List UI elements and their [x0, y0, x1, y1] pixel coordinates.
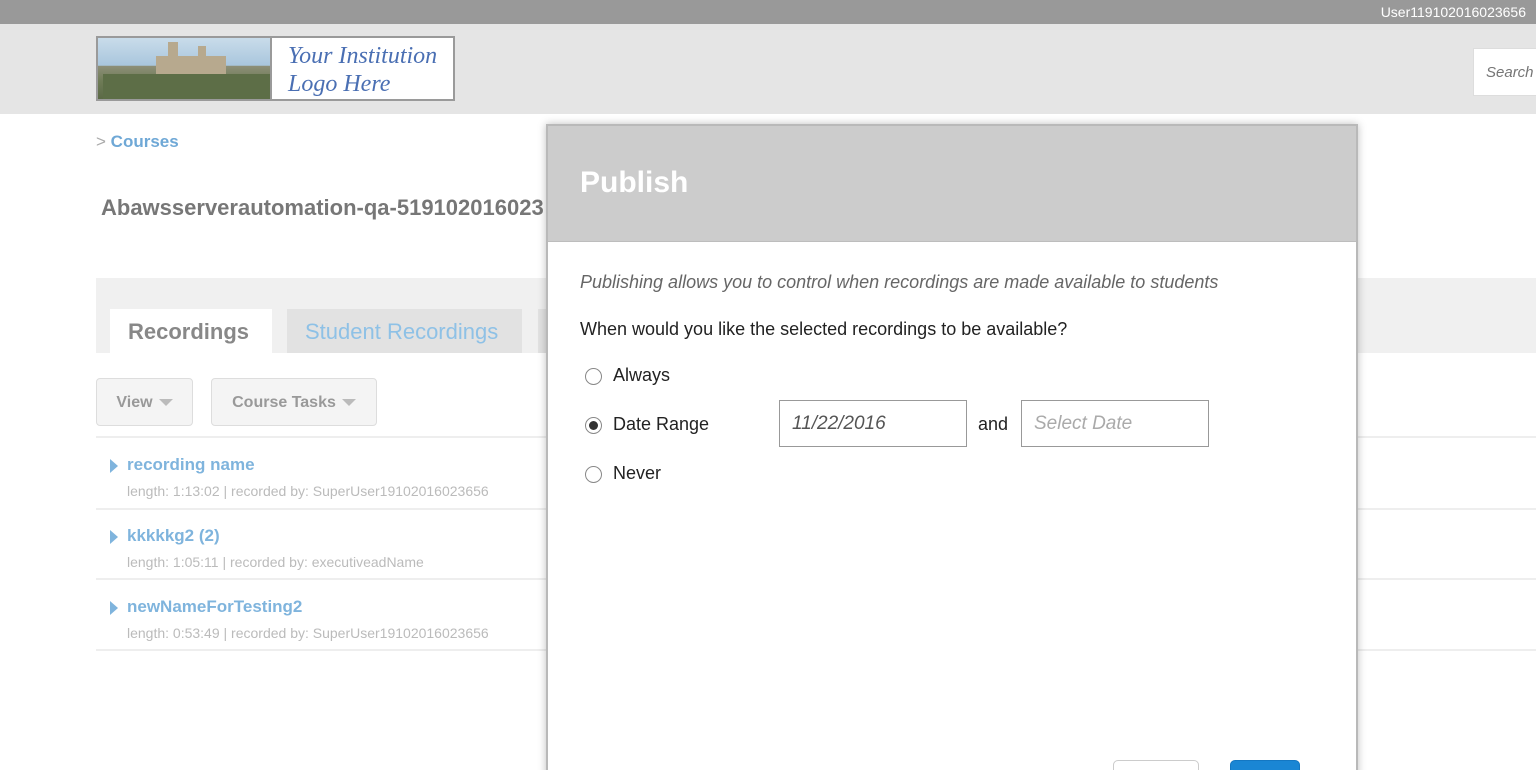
institution-logo[interactable]: Your Institution Logo Here [96, 36, 455, 101]
course-title: Abawsserverautomation-qa-519102016023 [101, 195, 544, 220]
tab-recordings[interactable]: Recordings [110, 309, 272, 353]
recording-meta: length: 1:13:02 | recorded by: SuperUser… [127, 483, 489, 499]
course-tasks-dropdown-button[interactable]: Course Tasks [211, 378, 377, 426]
caret-down-icon [158, 399, 173, 407]
publish-dialog: Publish Publishing allows you to control… [546, 124, 1358, 770]
recording-name[interactable]: kkkkkg2 (2) [127, 526, 220, 546]
recording-name[interactable]: newNameForTesting2 [127, 597, 302, 617]
view-label: View [116, 394, 153, 411]
expand-triangle-icon[interactable] [110, 601, 118, 615]
search-input[interactable] [1474, 49, 1536, 95]
caret-down-icon [341, 399, 356, 407]
top-bar: User119102016023656 [0, 0, 1536, 24]
save-button[interactable] [1230, 760, 1300, 770]
breadcrumb: > Courses [96, 132, 179, 152]
search-box [1473, 48, 1536, 96]
expand-triangle-icon[interactable] [110, 459, 118, 473]
tab-student-recordings[interactable]: Student Recordings [287, 309, 522, 353]
recording-meta: length: 0:53:49 | recorded by: SuperUser… [127, 625, 489, 641]
radio-date-range[interactable] [585, 417, 602, 434]
start-date-input[interactable] [779, 400, 967, 447]
radio-never[interactable] [585, 466, 602, 483]
course-tasks-label: Course Tasks [232, 394, 336, 411]
option-always-label[interactable]: Always [613, 365, 670, 386]
and-label: and [978, 414, 1009, 434]
option-date-range-label[interactable]: Date Range [613, 414, 709, 435]
header: Your Institution Logo Here [0, 24, 1536, 114]
recording-name[interactable]: recording name [127, 455, 255, 475]
availability-question: When would you like the selected recordi… [580, 319, 1068, 339]
breadcrumb-courses-link[interactable]: Courses [111, 132, 179, 151]
logo-text-line1: Your Institution [288, 43, 438, 69]
breadcrumb-separator: > [96, 132, 106, 151]
option-never-label[interactable]: Never [613, 463, 661, 484]
dialog-title: Publish [580, 166, 689, 199]
radio-always[interactable] [585, 368, 602, 385]
campus-photo [98, 38, 272, 99]
username[interactable]: User119102016023656 [1381, 4, 1526, 20]
cancel-button[interactable] [1113, 760, 1199, 770]
dialog-intro: Publishing allows you to control when re… [580, 272, 1219, 292]
view-dropdown-button[interactable]: View [96, 378, 193, 426]
expand-triangle-icon[interactable] [110, 530, 118, 544]
end-date-input[interactable] [1021, 400, 1209, 447]
recording-meta: length: 1:05:11 | recorded by: executive… [127, 554, 424, 570]
logo-text-line2: Logo Here [288, 71, 391, 97]
